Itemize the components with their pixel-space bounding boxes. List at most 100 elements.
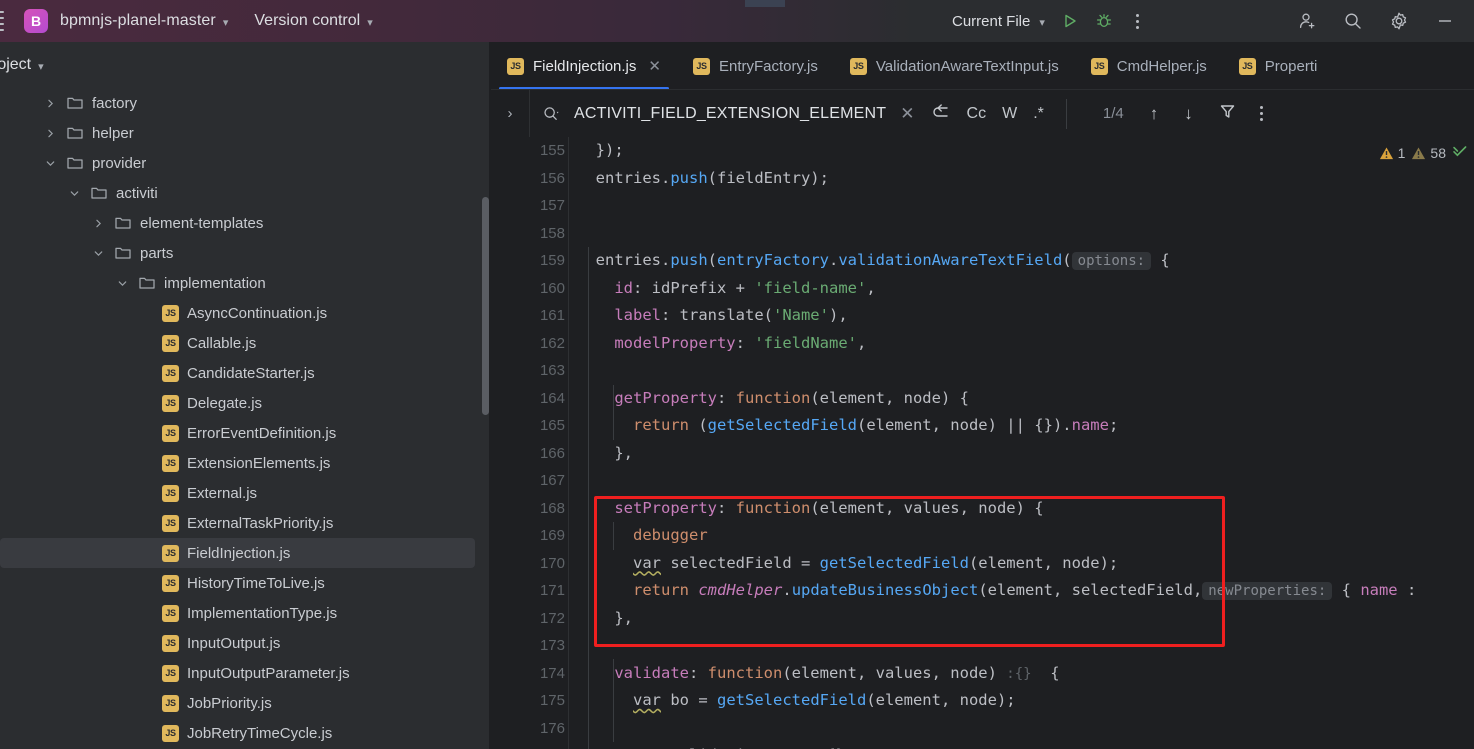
code-line[interactable]: }); [577, 137, 1474, 165]
chevron-down-icon[interactable]: ▾ [38, 60, 44, 73]
whole-words-toggle[interactable]: W [1002, 105, 1017, 123]
line-number[interactable]: 167 [491, 467, 565, 495]
tree-folder-row[interactable]: helper [0, 118, 489, 148]
line-number[interactable]: 157 [491, 192, 565, 220]
code-line[interactable] [577, 357, 1474, 385]
tree-file-row[interactable]: JS JobPriority.js [0, 688, 489, 718]
chevron-right-icon[interactable]: › [491, 105, 529, 122]
arrow-down-icon[interactable]: ↓ [1184, 104, 1193, 124]
add-user-icon[interactable] [1290, 4, 1324, 38]
tree-folder-row[interactable]: parts [0, 238, 489, 268]
gear-icon[interactable] [1382, 4, 1416, 38]
tree-file-row[interactable]: JS JobRetryTimeCycle.js [0, 718, 489, 748]
tree-folder-row[interactable]: activiti [0, 178, 489, 208]
tree-folder-row[interactable]: factory [0, 88, 489, 118]
check-ok-icon[interactable] [1452, 143, 1468, 164]
tree-file-row[interactable]: JS HistoryTimeToLive.js [0, 568, 489, 598]
line-number[interactable]: 161 [491, 302, 565, 330]
code-line[interactable]: }, [577, 605, 1474, 633]
line-number[interactable]: 158 [491, 220, 565, 248]
run-config-label[interactable]: Current File [952, 13, 1030, 30]
line-number[interactable]: 176 [491, 715, 565, 743]
tree-folder-row[interactable]: provider [0, 148, 489, 178]
search-icon[interactable] [1336, 4, 1370, 38]
code-line[interactable]: getProperty: function(element, node) { [577, 385, 1474, 413]
line-number[interactable]: 173 [491, 632, 565, 660]
tree-file-row[interactable]: JS FieldInjection.js [0, 538, 475, 568]
line-number[interactable]: 160 [491, 275, 565, 303]
chevron-right-icon[interactable] [42, 95, 58, 111]
minimize-icon[interactable] [1428, 4, 1462, 38]
version-control-label[interactable]: Version control [254, 12, 360, 30]
editor-tab[interactable]: JS ValidationAwareTextInput.js [834, 42, 1075, 90]
hamburger-icon[interactable] [0, 0, 12, 42]
tree-file-row[interactable]: JS CandidateStarter.js [0, 358, 489, 388]
editor-tab[interactable]: JS Properti [1223, 42, 1334, 90]
line-number[interactable]: 171 [491, 577, 565, 605]
tree-file-row[interactable]: JS Delegate.js [0, 388, 489, 418]
code-line[interactable]: return (getSelectedField(element, node) … [577, 412, 1474, 440]
code-line[interactable]: entries.push(entryFactory.validationAwar… [577, 247, 1474, 275]
match-case-toggle[interactable]: Cc [967, 105, 987, 123]
line-number[interactable]: 177 [491, 742, 565, 749]
code-line[interactable]: modelProperty: 'fieldName', [577, 330, 1474, 358]
line-number[interactable]: 175 [491, 687, 565, 715]
search-input[interactable]: ACTIVITI_FIELD_EXTENSION_ELEMENT [574, 105, 886, 123]
project-panel-title[interactable]: roject [0, 56, 31, 74]
tree-file-row[interactable]: JS AsyncContinuation.js [0, 298, 489, 328]
chevron-down-icon[interactable]: ▾ [367, 16, 373, 29]
code-line[interactable]: setProperty: function(element, values, n… [577, 495, 1474, 523]
line-number[interactable]: 168 [491, 495, 565, 523]
regex-toggle[interactable]: .* [1033, 105, 1044, 123]
code-line[interactable]: entries.push(fieldEntry); [577, 165, 1474, 193]
warning-indicator[interactable]: 58 [1411, 145, 1446, 161]
code-line[interactable]: var selectedField = getSelectedField(ele… [577, 550, 1474, 578]
chevron-down-icon[interactable] [66, 185, 82, 201]
chevron-down-icon[interactable] [42, 155, 58, 171]
code-line[interactable]: return cmdHelper.updateBusinessObject(el… [577, 577, 1474, 605]
code-line[interactable]: debugger [577, 522, 1474, 550]
line-number[interactable]: 164 [491, 385, 565, 413]
line-number[interactable]: 172 [491, 605, 565, 633]
replace-toggle-icon[interactable] [931, 102, 951, 125]
line-number[interactable]: 155 [491, 137, 565, 165]
filter-icon[interactable] [1219, 103, 1236, 125]
line-number[interactable]: 174 [491, 660, 565, 688]
line-number[interactable]: 163 [491, 357, 565, 385]
debug-icon[interactable] [1087, 4, 1121, 38]
line-number[interactable]: 169 [491, 522, 565, 550]
code-line[interactable]: validate: function(element, values, node… [577, 660, 1474, 688]
editor-tab[interactable]: JS CmdHelper.js [1075, 42, 1223, 90]
line-number[interactable]: 156 [491, 165, 565, 193]
tree-folder-row[interactable]: implementation [0, 268, 489, 298]
chevron-down-icon[interactable] [90, 245, 106, 261]
code-line[interactable]: label: translate('Name'), [577, 302, 1474, 330]
chevron-down-icon[interactable]: ▾ [223, 16, 229, 29]
chevron-down-icon[interactable]: ▾ [1039, 16, 1045, 29]
chevron-right-icon[interactable] [42, 125, 58, 141]
code-line[interactable]: var validation :{} = {}; [577, 742, 1474, 749]
arrow-up-icon[interactable]: ↑ [1150, 104, 1159, 124]
tree-file-row[interactable]: JS ErrorEventDefinition.js [0, 418, 489, 448]
error-indicator[interactable]: 1 [1379, 145, 1405, 161]
inspection-widget[interactable]: 1 58 [1379, 138, 1468, 168]
code-line[interactable] [577, 632, 1474, 660]
tree-file-row[interactable]: JS InputOutput.js [0, 628, 489, 658]
code-line[interactable]: id: idPrefix + 'field-name', [577, 275, 1474, 303]
tree-file-row[interactable]: JS InputOutputParameter.js [0, 658, 489, 688]
line-number[interactable]: 165 [491, 412, 565, 440]
code-line[interactable]: }, [577, 440, 1474, 468]
line-number[interactable]: 170 [491, 550, 565, 578]
tree-file-row[interactable]: JS Callable.js [0, 328, 489, 358]
line-number[interactable]: 162 [491, 330, 565, 358]
tab-close-icon[interactable]: ✕ [648, 57, 661, 75]
project-name[interactable]: bpmnjs-planel-master [60, 12, 216, 30]
code-line[interactable] [577, 467, 1474, 495]
code-line[interactable] [577, 220, 1474, 248]
close-icon[interactable]: ✕ [900, 104, 914, 124]
sidebar-scrollbar[interactable] [482, 197, 489, 415]
code-line[interactable]: var bo = getSelectedField(element, node)… [577, 687, 1474, 715]
tree-folder-row[interactable]: element-templates [0, 208, 489, 238]
more-vertical-icon[interactable] [1259, 106, 1263, 121]
editor-tab[interactable]: JS EntryFactory.js [677, 42, 834, 90]
